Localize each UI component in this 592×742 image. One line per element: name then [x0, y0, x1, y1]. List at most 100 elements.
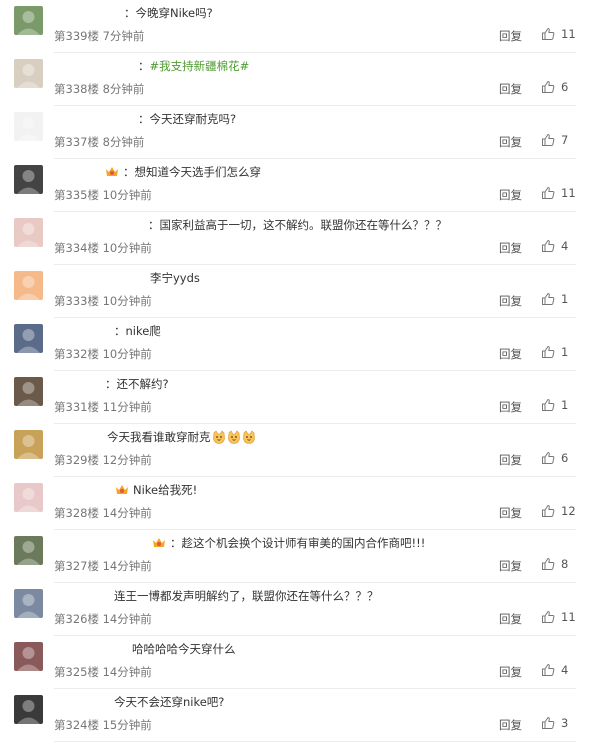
comment-text: 还不解约? — [116, 377, 169, 391]
comment-meta: 第337楼 8分钟前 — [54, 134, 144, 150]
like-button[interactable]: 6 — [541, 80, 568, 94]
like-count: 6 — [561, 451, 569, 465]
avatar[interactable] — [14, 483, 43, 512]
reply-button[interactable]: 回复 — [499, 664, 522, 680]
comment-time: 7分钟前 — [102, 29, 145, 43]
comment-separator: ： — [138, 59, 150, 73]
comment-time: 8分钟前 — [102, 82, 145, 96]
avatar[interactable] — [14, 589, 43, 618]
comment-separator: ： — [148, 218, 160, 232]
floor-number: 第331楼 — [54, 400, 99, 414]
comment-separator: ： — [138, 112, 150, 126]
comment-text: 今天不会还穿nike吧? — [114, 695, 225, 709]
doge-emoji-icon — [242, 430, 256, 444]
like-button[interactable]: 1 — [541, 292, 568, 306]
comment-separator: ： — [124, 6, 136, 20]
comment-text: 哈哈哈哈今天穿什么 — [132, 642, 236, 656]
like-count: 1 — [561, 292, 569, 306]
avatar[interactable] — [14, 642, 43, 671]
avatar[interactable] — [14, 218, 43, 247]
thumbs-up-icon — [541, 133, 555, 147]
avatar[interactable] — [14, 695, 43, 724]
reply-button[interactable]: 回复 — [499, 346, 522, 362]
comment-content: ：趁这个机会换个设计师有审美的国内合作商吧!!! — [152, 535, 425, 551]
floor-number: 第326楼 — [54, 612, 99, 626]
like-button[interactable]: 1 — [541, 398, 568, 412]
comment-text: 国家利益高于一切，这不解约。联盟你还在等什么？？？ — [159, 218, 448, 232]
avatar[interactable] — [14, 112, 43, 141]
like-button[interactable]: 3 — [541, 716, 568, 730]
reply-button[interactable]: 回复 — [499, 452, 522, 468]
like-button[interactable]: 11 — [541, 186, 576, 200]
avatar[interactable] — [14, 59, 43, 88]
floor-number: 第337楼 — [54, 135, 99, 149]
like-count: 1 — [561, 398, 569, 412]
avatar[interactable] — [14, 430, 43, 459]
like-count: 11 — [561, 610, 576, 624]
thumbs-up-icon — [541, 186, 555, 200]
reply-button[interactable]: 回复 — [499, 399, 522, 415]
comment-separator: ： — [170, 536, 182, 550]
thumbs-up-icon — [541, 398, 555, 412]
avatar[interactable] — [14, 271, 43, 300]
thumbs-up-icon — [541, 557, 555, 571]
comment-separator: ： — [123, 165, 135, 179]
comment-content: 今天我看谁敢穿耐克 — [107, 429, 256, 445]
comment-content: 李宁yyds — [150, 270, 200, 286]
like-button[interactable]: 8 — [541, 557, 568, 571]
like-button[interactable]: 11 — [541, 610, 576, 624]
like-button[interactable]: 4 — [541, 663, 568, 677]
avatar[interactable] — [14, 536, 43, 565]
like-button[interactable]: 7 — [541, 133, 568, 147]
comment-meta: 第324楼 15分钟前 — [54, 717, 152, 733]
like-count: 12 — [561, 504, 576, 518]
comment-meta: 第325楼 14分钟前 — [54, 664, 152, 680]
reply-button[interactable]: 回复 — [499, 81, 522, 97]
like-button[interactable]: 11 — [541, 27, 576, 41]
comment-time: 10分钟前 — [102, 347, 152, 361]
comment-item: 哈哈哈哈今天穿什么第325楼 14分钟前 回复 4 — [0, 636, 592, 689]
comment-text: nike爬 — [125, 324, 161, 338]
reply-button[interactable]: 回复 — [499, 611, 522, 627]
reply-button[interactable]: 回复 — [499, 240, 522, 256]
reply-button[interactable]: 回复 — [499, 28, 522, 44]
like-button[interactable]: 4 — [541, 239, 568, 253]
thumbs-up-icon — [541, 239, 555, 253]
comment-content: ：想知道今天选手们怎么穿 — [105, 164, 261, 180]
reply-button[interactable]: 回复 — [499, 717, 522, 733]
comment-meta: 第339楼 7分钟前 — [54, 28, 144, 44]
comment-meta: 第327楼 14分钟前 — [54, 558, 152, 574]
like-button[interactable]: 12 — [541, 504, 576, 518]
floor-number: 第324楼 — [54, 718, 99, 732]
comment-item: ：今天还穿耐克吗? 第337楼 8分钟前 回复 7 — [0, 106, 592, 159]
reply-button[interactable]: 回复 — [499, 134, 522, 150]
comment-item: ：nike爬 第332楼 10分钟前 回复 1 — [0, 318, 592, 371]
reply-button[interactable]: 回复 — [499, 187, 522, 203]
comment-separator: ： — [105, 377, 117, 391]
floor-number: 第325楼 — [54, 665, 99, 679]
comment-content: ：今天还穿耐克吗? — [138, 111, 236, 127]
like-count: 7 — [561, 133, 569, 147]
avatar[interactable] — [14, 377, 43, 406]
comment-time: 14分钟前 — [102, 612, 152, 626]
comment-meta: 第329楼 12分钟前 — [54, 452, 152, 468]
reply-button[interactable]: 回复 — [499, 558, 522, 574]
like-button[interactable]: 1 — [541, 345, 568, 359]
like-button[interactable]: 6 — [541, 451, 568, 465]
topic-link[interactable]: #我支持新疆棉花# — [150, 59, 250, 73]
comment-item: ：国家利益高于一切，这不解约。联盟你还在等什么？？？ 第334楼 10分钟前 回复 4 — [0, 212, 592, 265]
reply-button[interactable]: 回复 — [499, 505, 522, 521]
like-count: 4 — [561, 663, 569, 677]
avatar[interactable] — [14, 6, 43, 35]
comment-text: 今晚穿Nike吗? — [135, 6, 213, 20]
reply-button[interactable]: 回复 — [499, 293, 522, 309]
like-count: 3 — [561, 716, 569, 730]
avatar[interactable] — [14, 165, 43, 194]
comment-item: ：还不解约? 第331楼 11分钟前 回复 1 — [0, 371, 592, 424]
comment-time: 12分钟前 — [102, 453, 152, 467]
comment-content: ：nike爬 — [114, 323, 161, 339]
thumbs-up-icon — [541, 345, 555, 359]
floor-number: 第339楼 — [54, 29, 99, 43]
floor-number: 第329楼 — [54, 453, 99, 467]
avatar[interactable] — [14, 324, 43, 353]
